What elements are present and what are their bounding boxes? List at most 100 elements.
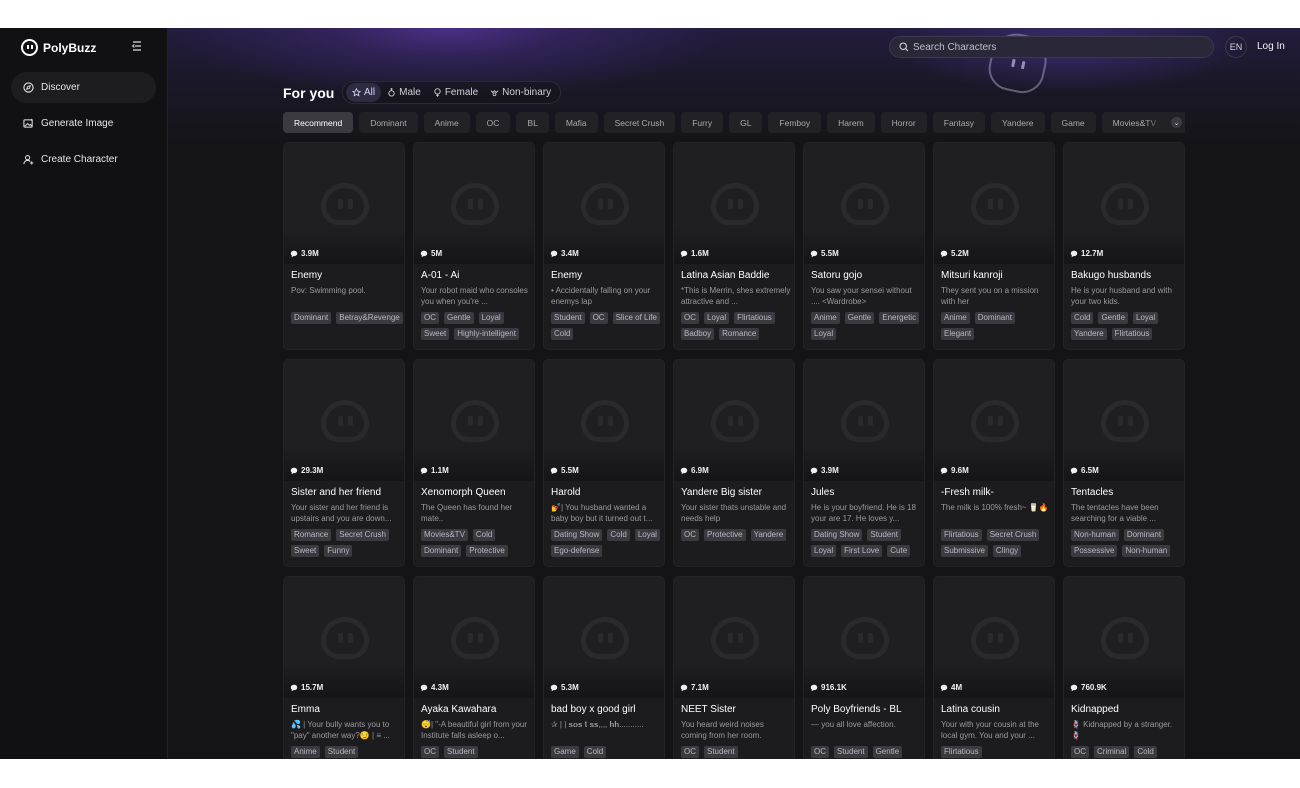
tag-chip[interactable]: Yandere [750,529,787,541]
tag-chip[interactable]: Elegant [941,328,975,340]
tag-chip[interactable]: OC [421,746,439,758]
tag-chip[interactable]: Anime [941,312,970,324]
tab-female[interactable]: Female [427,83,484,102]
tag-chip[interactable]: Student [704,746,738,758]
character-card[interactable]: 1.6M Latina Asian Baddie *This is Merrin, … [673,142,795,350]
tag-chip[interactable]: Submissive [941,545,988,557]
tag-chip[interactable]: Gentle [444,312,474,324]
tag-chip[interactable]: Student [867,529,901,541]
tag-chip[interactable]: Dating Show [811,529,863,541]
tag-chip[interactable]: Dominant [291,312,332,324]
tag-chip[interactable]: Cold [472,529,496,541]
logo[interactable]: PolyBuzz [21,39,96,56]
character-card[interactable]: 15.7M Emma 💦 | Your bully wants you to "pa… [283,576,405,759]
tag-chip[interactable]: Secret Crush [336,529,389,541]
collapse-sidebar-icon[interactable] [131,40,143,52]
tag-chip[interactable]: Flirtatious [941,746,982,758]
tag-chip[interactable]: Gentle [872,746,903,758]
tab-male[interactable]: Male [381,83,427,102]
tag-chip[interactable]: Flirtatious [941,529,982,541]
tag-chip[interactable]: Loyal [478,312,504,324]
tag-chip[interactable]: Anime [811,312,840,324]
tag-chip[interactable]: Game [551,746,579,758]
tag-chip[interactable]: Funny [324,545,353,557]
tag-chip[interactable]: Romance [719,328,760,340]
tag-chip[interactable]: Anime [291,746,320,758]
tag-chip[interactable]: Movies&TV [421,529,468,541]
character-card[interactable]: 12.7M Bakugo husbands He is your husband a… [1063,142,1185,350]
tag-chip[interactable]: Dominant [421,545,462,557]
tag-chip[interactable]: Yandere [1071,328,1107,340]
category-chip[interactable]: Horror [880,112,927,133]
tag-chip[interactable]: Cold [1134,746,1157,758]
tag-chip[interactable]: OC [1071,746,1089,758]
category-chip[interactable]: Femboy [768,112,822,133]
tag-chip[interactable]: Student [834,746,868,758]
tag-chip[interactable]: Loyal [704,312,730,324]
tag-chip[interactable]: Student [551,312,585,324]
search-bar[interactable] [889,36,1214,58]
tag-chip[interactable]: Sweet [421,328,450,340]
tag-chip[interactable]: OC [589,312,608,324]
tag-chip[interactable]: Non-human [1071,529,1119,541]
tag-chip[interactable]: Criminal [1094,746,1130,758]
tag-chip[interactable]: Gentle [1098,312,1129,324]
tag-chip[interactable]: Possessive [1071,545,1118,557]
tag-chip[interactable]: Loyal [1133,312,1159,324]
tag-chip[interactable]: Sweet [291,545,320,557]
character-card[interactable]: 760.9K Kidnapped 🪢 Kidnapped by a stranger… [1063,576,1185,759]
category-chip[interactable]: Mafia [554,112,598,133]
tag-chip[interactable]: Clingy [992,545,1022,557]
tag-chip[interactable]: Dating Show [551,529,603,541]
character-card[interactable]: 3.9M Jules He is your boyfriend. He is 18 … [803,359,925,567]
character-card[interactable]: 5M A-01 - Ai Your robot maid who consoles … [413,142,535,350]
tag-chip[interactable]: Cold [583,746,607,758]
character-card[interactable]: 6.5M Tentacles The tentacles have been sea… [1063,359,1185,567]
tag-chip[interactable]: Student [444,746,478,758]
tag-chip[interactable]: First Love [841,545,883,557]
sidebar-item-generate-image[interactable]: Generate Image [11,108,156,139]
character-card[interactable]: 29.3M Sister and her friend Your sister an… [283,359,405,567]
tag-chip[interactable]: Secret Crush [986,529,1040,541]
tag-chip[interactable]: Ego-defense [551,545,603,557]
tag-chip[interactable]: Loyal [811,545,837,557]
category-chip[interactable]: Secret Crush [603,112,676,133]
tag-chip[interactable]: Student [324,746,359,758]
category-chip[interactable]: Anime [423,112,470,133]
tab-all[interactable]: All [346,83,382,102]
character-card[interactable]: 4M Latina cousin Your with your cousin at … [933,576,1055,759]
tag-chip[interactable]: Romance [291,529,332,541]
sidebar-item-discover[interactable]: Discover [11,72,156,103]
character-card[interactable]: 5.5M Satoru gojo You saw your sensei witho… [803,142,925,350]
category-chip[interactable]: Recommend [283,112,354,133]
tag-chip[interactable]: Cold [551,328,574,340]
tag-chip[interactable]: Protective [704,529,746,541]
tag-chip[interactable]: OC [681,312,699,324]
category-chip[interactable]: OC [475,112,511,133]
tag-chip[interactable]: Non-human [1122,545,1171,557]
category-chip[interactable]: Game [1050,112,1096,133]
tag-chip[interactable]: OC [421,312,439,324]
tag-chip[interactable]: Loyal [634,529,660,541]
search-input[interactable] [913,41,1193,53]
tag-chip[interactable]: Gentle [844,312,875,324]
category-chip[interactable]: GL [729,112,763,133]
tag-chip[interactable]: Dominant [1123,529,1165,541]
character-card[interactable]: 3.4M Enemy • Accidentally falling on your … [543,142,665,350]
tag-chip[interactable]: Betray&Revenge [336,312,403,324]
login-button[interactable]: Log In [1257,41,1285,52]
character-card[interactable]: 9.6M -Fresh milk- The milk is 100% fresh~ … [933,359,1055,567]
tag-chip[interactable]: Protective [466,545,508,557]
tag-chip[interactable]: Flirtatious [734,312,775,324]
tag-chip[interactable]: OC [681,746,699,758]
tab-non-binary[interactable]: Non-binary [484,83,557,102]
sidebar-item-create-character[interactable]: Create Character [11,144,156,175]
tag-chip[interactable]: Loyal [811,328,837,340]
category-chip[interactable]: BL [516,112,549,133]
character-card[interactable]: 4.3M Ayaka Kawahara 😴| "-A beautiful girl … [413,576,535,759]
tag-chip[interactable]: OC [811,746,829,758]
tag-chip[interactable]: Energetic [879,312,920,324]
character-card[interactable]: 6.9M Yandere Big sister Your sister thats … [673,359,795,567]
character-card[interactable]: 5.3M bad boy x good girl ✰ | | 𝐬𝐨𝐬 𝐭 𝐬𝐬,,,… [543,576,665,759]
category-expand[interactable]: ⌄ [1145,112,1185,133]
